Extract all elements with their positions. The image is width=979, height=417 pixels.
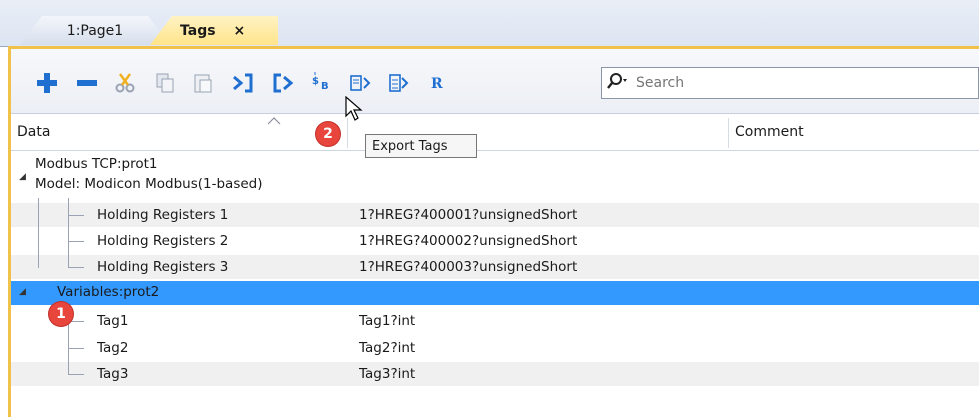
copy-icon[interactable] <box>151 69 179 97</box>
group-model-label: Model: Modicon Modbus(1-based) <box>35 176 263 192</box>
tab-page1-label: 1:Page1 <box>66 22 124 39</box>
group-variables-label: Variables:prot2 <box>57 284 160 300</box>
import-tags-icon[interactable] <box>229 69 257 97</box>
tab-tags[interactable]: Tags × <box>150 16 278 45</box>
export-tags-icon[interactable] <box>269 69 297 97</box>
group-protocol-label: Modbus TCP:prot1 <box>35 156 158 172</box>
refactor-icon[interactable]: R <box>423 69 451 97</box>
tree-connector <box>68 241 84 242</box>
table-row[interactable]: Tag1 Tag1?int <box>11 309 979 333</box>
tag-name: Tag2 <box>97 340 129 356</box>
dictionary-icon[interactable] <box>347 69 375 97</box>
tab-page1[interactable]: 1:Page1 <box>20 16 170 45</box>
mouse-cursor-icon <box>345 95 365 126</box>
callout-badge-1: 1 <box>49 302 73 326</box>
tag-address: Tag3?int <box>359 366 416 382</box>
tree-group-variables[interactable]: ◢ Variables:prot2 <box>11 281 979 305</box>
tree-connector <box>68 215 84 216</box>
tag-name: Holding Registers 1 <box>97 207 229 223</box>
tag-name: Holding Registers 2 <box>97 233 229 249</box>
dictionary-all-icon[interactable] <box>385 69 413 97</box>
tag-name: Holding Registers 3 <box>97 259 229 275</box>
tag-name: Tag3 <box>97 366 129 382</box>
table-row[interactable]: Tag3 Tag3?int <box>11 362 979 386</box>
column-header-comment[interactable]: Comment <box>735 124 804 140</box>
tooltip-export-tags: Export Tags <box>365 134 477 158</box>
tag-address: 1?HREG?400002?unsignedShort <box>359 233 578 249</box>
close-icon[interactable]: × <box>234 23 246 39</box>
tree-connector <box>68 267 84 268</box>
tree-connector <box>38 198 39 268</box>
collapse-triangle-icon[interactable]: ◢ <box>19 287 26 297</box>
svg-text:$: $ <box>312 76 319 87</box>
tree-group-modbus[interactable]: ◢ Modbus TCP:prot1 Model: Modicon Modbus… <box>11 154 979 198</box>
search-box[interactable] <box>601 67 979 99</box>
search-input[interactable] <box>634 74 958 92</box>
sort-chevron-icon <box>267 114 281 129</box>
grid-header: Data Comment <box>11 114 979 151</box>
table-row[interactable]: Tag2 Tag2?int <box>11 336 979 360</box>
table-row[interactable]: Holding Registers 1 1?HREG?400001?unsign… <box>11 203 979 227</box>
collapse-triangle-icon[interactable]: ◢ <box>19 172 26 182</box>
toolbar: $ B R <box>11 49 979 114</box>
table-row[interactable]: Holding Registers 3 1?HREG?400003?unsign… <box>11 255 979 279</box>
tree-connector <box>68 198 69 268</box>
callout-badge-2: 2 <box>316 122 340 146</box>
paste-icon[interactable] <box>189 69 217 97</box>
search-icon[interactable] <box>602 72 634 94</box>
document-tab-strip: 1:Page1 Tags × <box>0 0 979 47</box>
tree-connector <box>68 348 84 349</box>
table-row[interactable]: Holding Registers 2 1?HREG?400002?unsign… <box>11 229 979 253</box>
column-separator[interactable] <box>728 118 729 148</box>
svg-text:B: B <box>321 81 329 92</box>
tag-address: 1?HREG?400001?unsignedShort <box>359 207 578 223</box>
column-header-data[interactable]: Data <box>17 124 50 140</box>
tag-address: Tag1?int <box>359 313 416 329</box>
svg-text:R: R <box>431 76 443 92</box>
cut-icon[interactable] <box>111 69 139 97</box>
convert-icon[interactable]: $ B <box>309 69 337 97</box>
tag-address: 1?HREG?400003?unsignedShort <box>359 259 578 275</box>
tag-name: Tag1 <box>97 313 129 329</box>
tag-address: Tag2?int <box>359 340 416 356</box>
add-icon[interactable] <box>33 69 61 97</box>
tab-tags-label: Tags <box>180 22 216 39</box>
tree-connector <box>68 374 84 375</box>
remove-icon[interactable] <box>73 69 101 97</box>
